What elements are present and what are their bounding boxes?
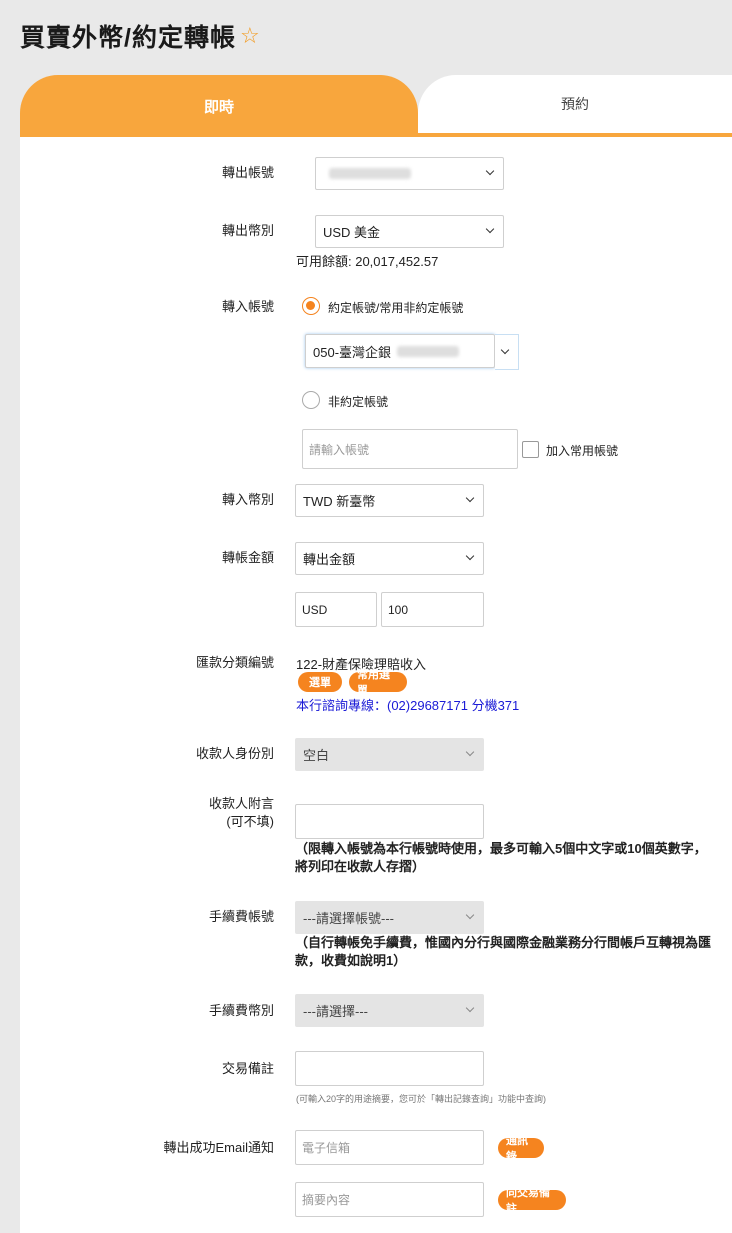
amount-value: 100 bbox=[388, 602, 409, 617]
same-memo-button[interactable]: 同交易備註 bbox=[498, 1187, 566, 1215]
summary-placeholder: 摘要內容 bbox=[302, 1193, 351, 1207]
memo-hint: (可輸入20字的用途摘要，您可於「轉出記錄查詢」功能中查詢) bbox=[296, 1094, 547, 1104]
chevron-down-icon bbox=[465, 1003, 475, 1013]
payee-identity-select[interactable]: 空白 bbox=[295, 738, 484, 771]
amount-input[interactable]: 100 bbox=[381, 592, 484, 627]
contacts-button[interactable]: 通訊錄 bbox=[498, 1135, 544, 1163]
radio-designated-account[interactable] bbox=[302, 297, 320, 315]
form-panel: 轉出帳號 轉出幣別 USD 美金 可用餘額: 20,017,452.57 轉入帳… bbox=[20, 137, 732, 1233]
payee-note-hint-1: （限轉入帳號為本行帳號時使用，最多可輸入5個中文字或10個英數字， bbox=[295, 841, 707, 856]
designated-account-select[interactable]: 050-臺灣企銀 bbox=[305, 334, 495, 368]
to-currency-value: TWD 新臺幣 bbox=[303, 494, 376, 509]
memo-input[interactable] bbox=[295, 1051, 484, 1086]
amount-type-value: 轉出金額 bbox=[303, 552, 356, 567]
fee-currency-value: ---請選擇--- bbox=[303, 1004, 368, 1019]
email-input[interactable]: 電子信箱 bbox=[295, 1130, 484, 1165]
email-placeholder: 電子信箱 bbox=[302, 1141, 351, 1155]
to-account-label: 轉入帳號 bbox=[221, 299, 274, 314]
amount-label: 轉帳金額 bbox=[221, 550, 274, 565]
chevron-down-icon bbox=[465, 747, 475, 757]
fee-account-select[interactable]: ---請選擇帳號--- bbox=[295, 901, 484, 934]
hotline-text: 本行諮詢專線：(02)29687171 分機371 bbox=[296, 698, 520, 713]
radio-non-designated-account[interactable] bbox=[302, 391, 320, 409]
masked-account-number bbox=[397, 345, 460, 357]
memo-label: 交易備註 bbox=[221, 1061, 274, 1076]
add-common-account-label: 加入常用帳號 bbox=[546, 444, 619, 458]
chevron-down-icon bbox=[485, 166, 495, 176]
designated-account-value: 050-臺灣企銀 bbox=[313, 344, 392, 360]
payee-note-input[interactable] bbox=[295, 804, 484, 839]
from-account-select[interactable] bbox=[315, 157, 504, 190]
available-balance: 可用餘額: 20,017,452.57 bbox=[296, 254, 439, 269]
fee-account-hint-2: 款，收費如說明1） bbox=[295, 953, 407, 968]
chevron-down-icon bbox=[500, 345, 510, 355]
fee-currency-label: 手續費幣別 bbox=[208, 1003, 274, 1018]
payee-identity-value: 空白 bbox=[303, 748, 330, 763]
radio-designated-label: 約定帳號/常用非約定帳號 bbox=[328, 301, 464, 315]
fee-account-hint-1: （自行轉帳免手續費，惟國內分行與國際金融業務分行間帳戶互轉視為匯 bbox=[295, 935, 712, 950]
chevron-down-icon bbox=[465, 493, 475, 503]
fee-account-label: 手續費帳號 bbox=[208, 909, 274, 924]
account-number-placeholder: 請輸入帳號 bbox=[309, 442, 370, 457]
amount-type-select[interactable]: 轉出金額 bbox=[295, 542, 484, 575]
favorite-star-icon[interactable]: ☆ bbox=[240, 23, 261, 49]
fee-currency-select[interactable]: ---請選擇--- bbox=[295, 994, 484, 1027]
tab-scheduled[interactable]: 預約 bbox=[418, 75, 732, 133]
payee-note-optional: (可不填) bbox=[226, 814, 274, 829]
chevron-down-icon bbox=[485, 224, 495, 234]
fee-account-value: ---請選擇帳號--- bbox=[303, 911, 394, 926]
page-title: 買賣外幣/約定轉帳 ☆ bbox=[20, 18, 261, 54]
to-currency-select[interactable]: TWD 新臺幣 bbox=[295, 484, 484, 517]
add-common-account-checkbox[interactable] bbox=[522, 441, 539, 458]
email-notify-label: 轉出成功Email通知 bbox=[163, 1140, 274, 1155]
common-menu-button[interactable]: 常用選單 bbox=[349, 669, 407, 697]
from-currency-label: 轉出幣別 bbox=[221, 223, 274, 238]
masked-account-number bbox=[329, 168, 411, 179]
radio-non-designated-label: 非約定帳號 bbox=[328, 395, 389, 409]
to-currency-label: 轉入幣別 bbox=[221, 492, 274, 507]
select-menu-button[interactable]: 選單 bbox=[298, 672, 342, 692]
summary-input[interactable]: 摘要內容 bbox=[295, 1182, 484, 1217]
designated-dropdown-toggle[interactable] bbox=[495, 334, 519, 370]
page-title-text: 買賣外幣/約定轉帳 bbox=[20, 24, 236, 52]
from-currency-value: USD 美金 bbox=[323, 225, 381, 240]
amount-currency-field[interactable]: USD bbox=[295, 592, 377, 627]
chevron-down-icon bbox=[465, 910, 475, 920]
payee-note-label: 收款人附言 bbox=[208, 796, 274, 811]
remit-category-label: 匯款分類編號 bbox=[195, 655, 274, 670]
payee-identity-label: 收款人身份別 bbox=[195, 746, 274, 761]
chevron-down-icon bbox=[465, 551, 475, 561]
from-currency-select[interactable]: USD 美金 bbox=[315, 215, 504, 248]
amount-currency-value: USD bbox=[302, 602, 328, 617]
payee-note-hint-2: 將列印在收款人存摺） bbox=[295, 859, 426, 874]
tab-immediate[interactable]: 即時 bbox=[20, 75, 418, 137]
from-account-label: 轉出帳號 bbox=[221, 165, 274, 180]
account-number-input[interactable]: 請輸入帳號 bbox=[302, 429, 518, 469]
